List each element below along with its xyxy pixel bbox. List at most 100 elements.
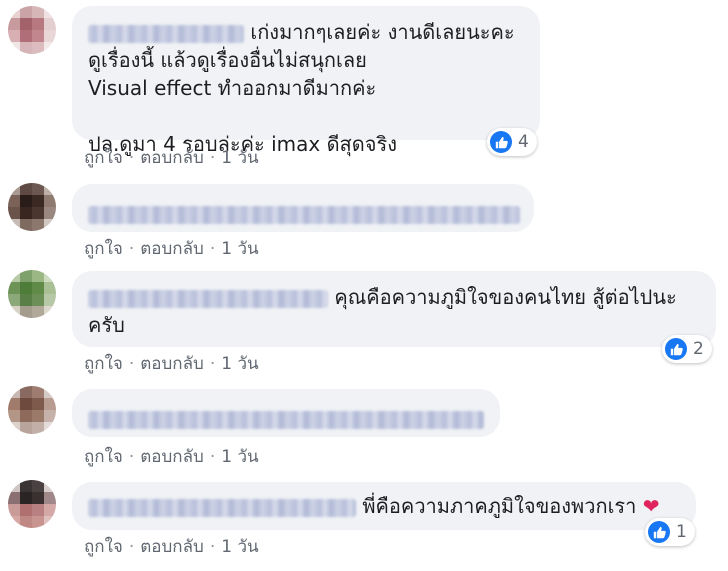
reaction-summary[interactable]: 2 bbox=[662, 335, 712, 363]
avatar-pixel bbox=[32, 516, 44, 528]
avatar-pixel bbox=[44, 422, 56, 434]
comment-time[interactable]: 1 วัน bbox=[221, 148, 258, 168]
reply-link[interactable]: ตอบกลับ bbox=[140, 354, 204, 374]
avatar-pixel bbox=[8, 294, 20, 306]
avatar-pixel bbox=[44, 30, 56, 42]
avatar-pixel bbox=[8, 195, 20, 207]
like-link[interactable]: ถูกใจ bbox=[84, 239, 123, 259]
avatar-pixel bbox=[8, 42, 20, 54]
reaction-count: 1 bbox=[676, 522, 687, 542]
reaction-count: 2 bbox=[693, 339, 704, 359]
avatar-pixel bbox=[32, 282, 44, 294]
avatar-pixel bbox=[8, 492, 20, 504]
commenter-avatar[interactable] bbox=[8, 6, 56, 54]
thumbs-up-icon bbox=[648, 521, 670, 543]
like-link[interactable]: ถูกใจ bbox=[84, 354, 123, 374]
reply-link[interactable]: ตอบกลับ bbox=[140, 239, 204, 259]
avatar-pixel bbox=[44, 294, 56, 306]
separator-dot: · bbox=[209, 447, 216, 467]
thumbs-up-icon bbox=[490, 131, 512, 153]
avatar-pixel bbox=[20, 504, 32, 516]
avatar-pixel bbox=[8, 219, 20, 231]
avatar-pixel bbox=[8, 30, 20, 42]
commenter-avatar[interactable] bbox=[8, 386, 56, 434]
avatar-pixel bbox=[44, 492, 56, 504]
reply-link[interactable]: ตอบกลับ bbox=[140, 447, 204, 467]
avatar-pixel bbox=[32, 270, 44, 282]
avatar-pixel bbox=[20, 219, 32, 231]
reply-link[interactable]: ตอบกลับ bbox=[140, 148, 204, 168]
avatar-pixel bbox=[20, 207, 32, 219]
comment-actions: ถูกใจ · ตอบกลับ · 1 วัน bbox=[84, 144, 259, 171]
avatar-pixel bbox=[32, 386, 44, 398]
avatar-pixel bbox=[44, 386, 56, 398]
avatar-pixel bbox=[8, 480, 20, 492]
avatar-pixel bbox=[44, 270, 56, 282]
avatar-pixel bbox=[20, 422, 32, 434]
separator-dot: · bbox=[128, 148, 135, 168]
avatar-pixel bbox=[20, 480, 32, 492]
avatar-pixel bbox=[44, 410, 56, 422]
avatar-pixel bbox=[44, 18, 56, 30]
avatar-pixel bbox=[20, 195, 32, 207]
avatar-pixel bbox=[8, 306, 20, 318]
blurred-commenter-name[interactable] bbox=[88, 498, 356, 517]
comment-actions: ถูกใจ · ตอบกลับ · 1 วัน bbox=[84, 533, 259, 560]
reaction-summary[interactable]: 1 bbox=[645, 518, 695, 546]
avatar-pixel bbox=[8, 207, 20, 219]
separator-dot: · bbox=[209, 239, 216, 259]
avatar-pixel bbox=[44, 42, 56, 54]
reaction-summary[interactable]: 4 bbox=[487, 128, 537, 156]
blurred-comment-content bbox=[88, 205, 520, 224]
avatar-pixel bbox=[32, 219, 44, 231]
avatar-pixel bbox=[20, 18, 32, 30]
separator-dot: · bbox=[209, 148, 216, 168]
like-link[interactable]: ถูกใจ bbox=[84, 148, 123, 168]
comment-time[interactable]: 1 วัน bbox=[221, 447, 258, 467]
avatar-pixel bbox=[44, 183, 56, 195]
avatar-pixel bbox=[44, 207, 56, 219]
blurred-commenter-name[interactable] bbox=[88, 24, 244, 43]
avatar-pixel bbox=[8, 386, 20, 398]
avatar-pixel bbox=[8, 410, 20, 422]
avatar-pixel bbox=[32, 504, 44, 516]
avatar-pixel bbox=[44, 306, 56, 318]
avatar-pixel bbox=[32, 18, 44, 30]
avatar-pixel bbox=[20, 30, 32, 42]
separator-dot: · bbox=[209, 354, 216, 374]
avatar-pixel bbox=[44, 398, 56, 410]
separator-dot: · bbox=[128, 239, 135, 259]
comment-time[interactable]: 1 วัน bbox=[221, 354, 258, 374]
avatar-pixel bbox=[32, 183, 44, 195]
avatar-pixel bbox=[44, 516, 56, 528]
commenter-avatar[interactable] bbox=[8, 480, 56, 528]
heart-icon: ❤ bbox=[642, 494, 660, 518]
comment-actions: ถูกใจ · ตอบกลับ · 1 วัน bbox=[84, 350, 259, 377]
comment-time[interactable]: 1 วัน bbox=[221, 239, 258, 259]
reaction-count: 4 bbox=[518, 132, 529, 152]
comment-time[interactable]: 1 วัน bbox=[221, 537, 258, 557]
separator-dot: · bbox=[128, 447, 135, 467]
comment-bubble bbox=[72, 184, 534, 232]
commenter-avatar[interactable] bbox=[8, 270, 56, 318]
avatar-pixel bbox=[32, 398, 44, 410]
avatar-pixel bbox=[32, 492, 44, 504]
comment-text: พี่คือความภาคภูมิใจของพวกเรา bbox=[362, 494, 637, 518]
avatar-pixel bbox=[20, 42, 32, 54]
avatar-pixel bbox=[20, 398, 32, 410]
thumbs-up-icon bbox=[665, 338, 687, 360]
avatar-pixel bbox=[20, 306, 32, 318]
avatar-pixel bbox=[44, 6, 56, 18]
avatar-pixel bbox=[8, 18, 20, 30]
like-link[interactable]: ถูกใจ bbox=[84, 537, 123, 557]
commenter-avatar[interactable] bbox=[8, 183, 56, 231]
comment-bubble: พี่คือความภาคภูมิใจของพวกเรา ❤ bbox=[72, 482, 696, 530]
like-link[interactable]: ถูกใจ bbox=[84, 447, 123, 467]
avatar-pixel bbox=[20, 492, 32, 504]
avatar-pixel bbox=[44, 195, 56, 207]
avatar-pixel bbox=[32, 422, 44, 434]
avatar-pixel bbox=[32, 42, 44, 54]
separator-dot: · bbox=[128, 537, 135, 557]
blurred-commenter-name[interactable] bbox=[88, 289, 328, 308]
reply-link[interactable]: ตอบกลับ bbox=[140, 537, 204, 557]
